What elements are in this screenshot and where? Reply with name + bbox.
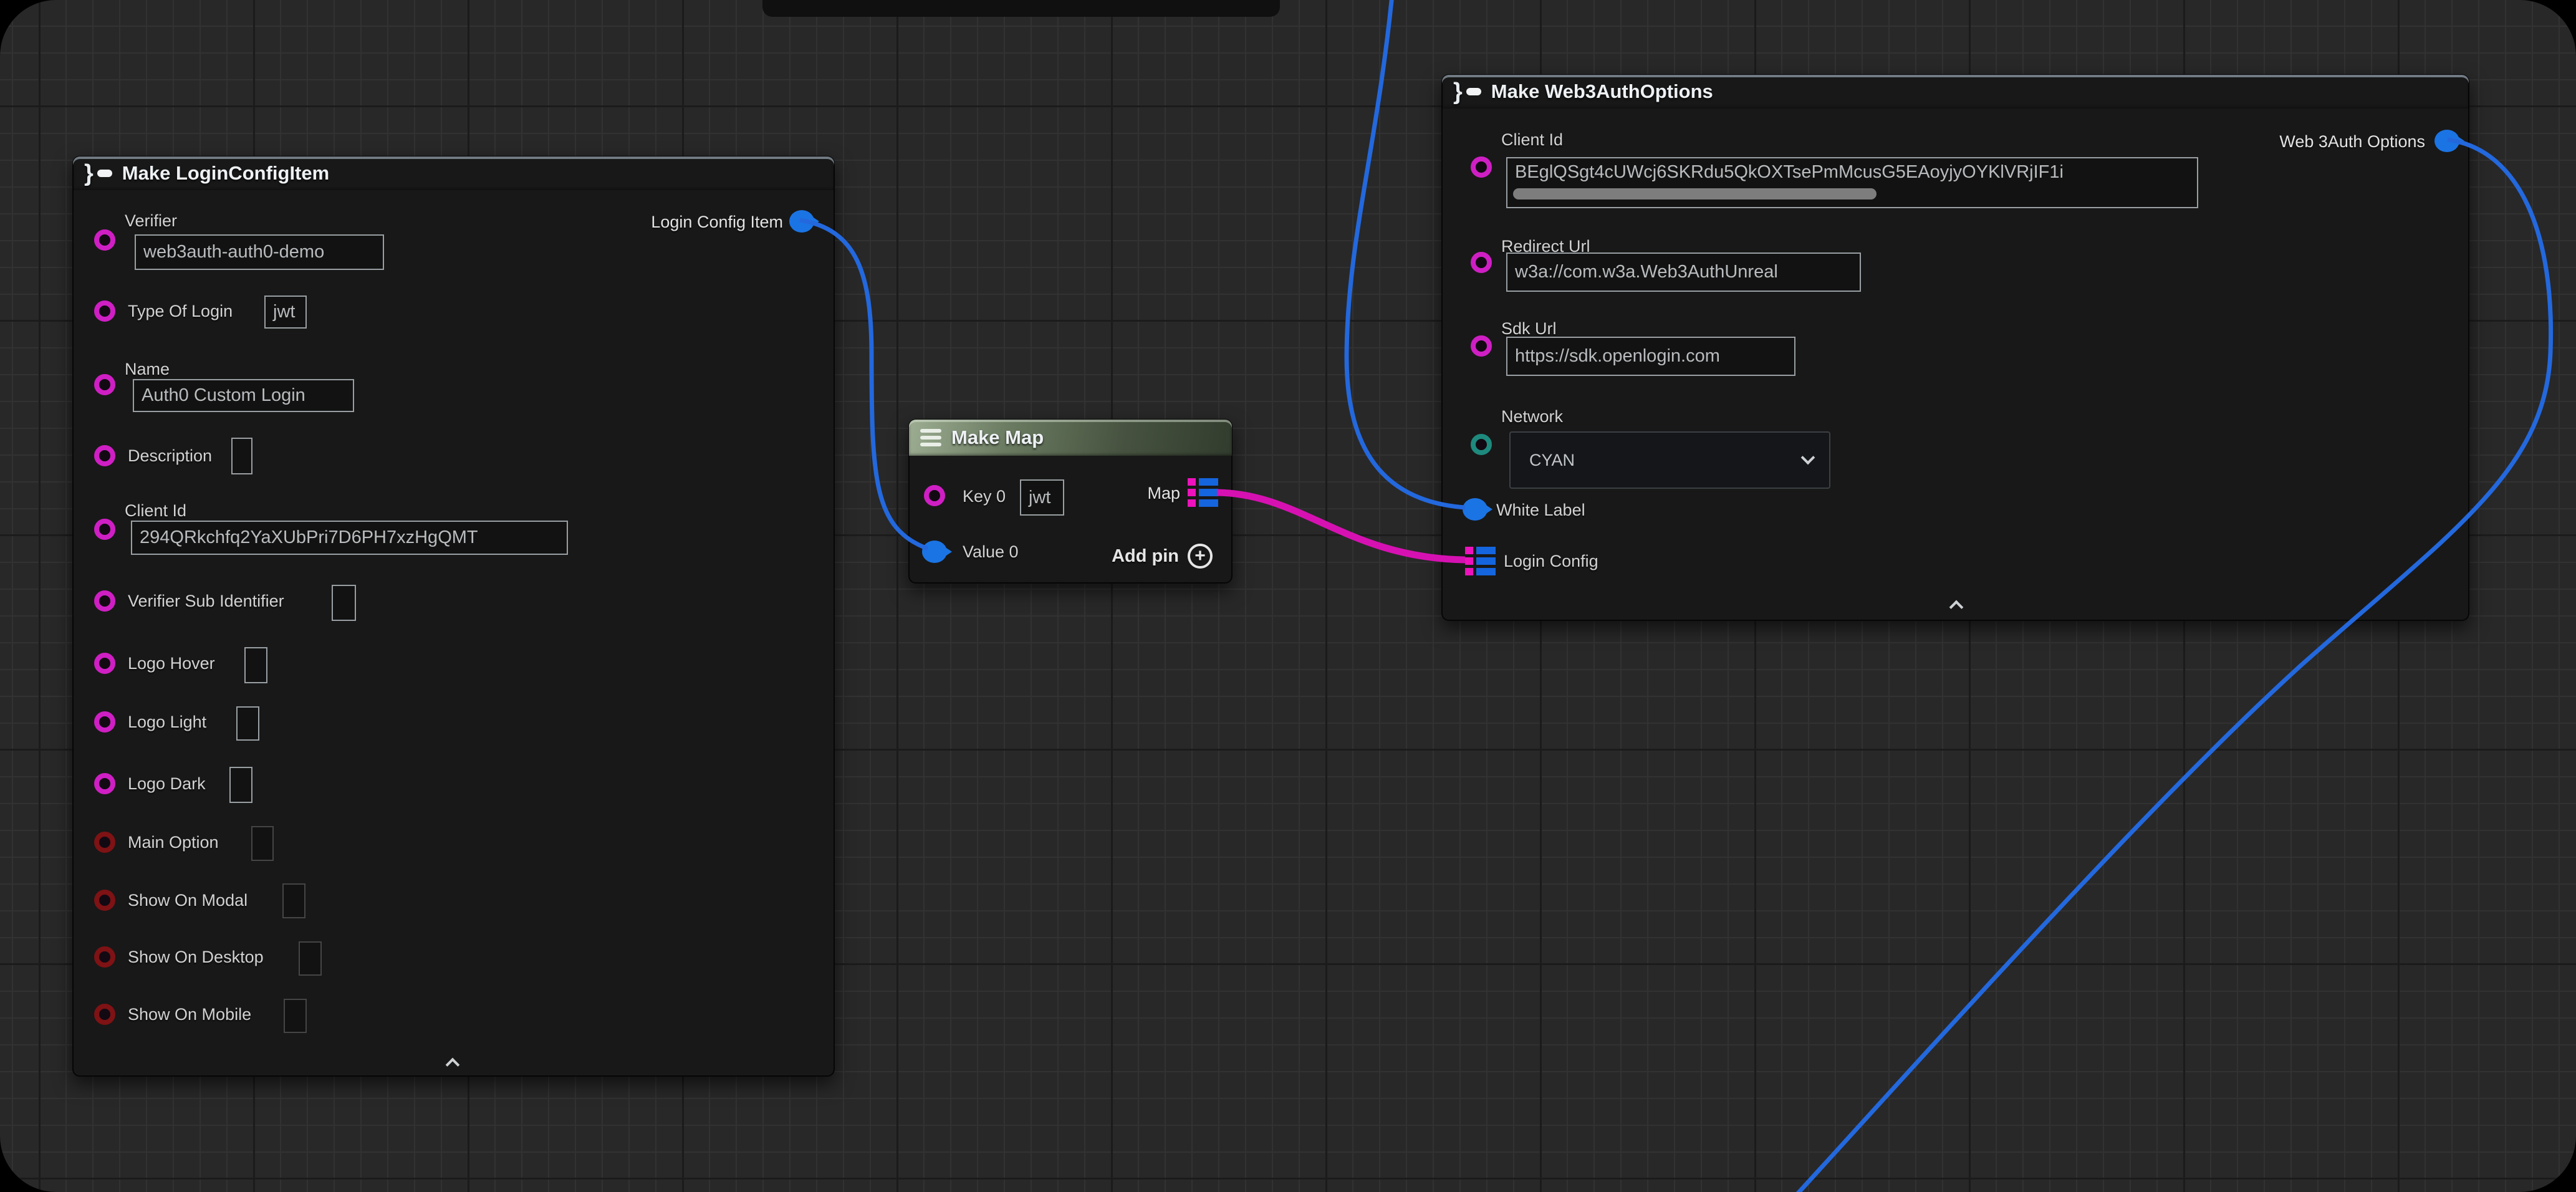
network-value: CYAN bbox=[1529, 451, 1575, 470]
add-pin-button[interactable]: Add pin + bbox=[1112, 544, 1213, 569]
verifier-input[interactable]: web3auth-auth0-demo bbox=[135, 234, 384, 270]
input-pin-verifier-sub-identifier[interactable] bbox=[94, 590, 115, 612]
input-pin-sdk-url[interactable] bbox=[1471, 335, 1492, 357]
pin-label: Description bbox=[128, 446, 212, 466]
pin-label: Show On Mobile bbox=[128, 1005, 251, 1024]
key-0-input[interactable]: jwt bbox=[1020, 479, 1064, 516]
main-option-checkbox[interactable] bbox=[251, 826, 274, 861]
logo-dark-input[interactable] bbox=[229, 767, 252, 803]
add-pin-label: Add pin bbox=[1112, 546, 1179, 567]
input-pin-main-option[interactable] bbox=[94, 832, 115, 853]
node-make-web3authoptions[interactable]: } Make Web3AuthOptions Web 3Auth Options… bbox=[1441, 74, 2469, 621]
pin-label: Client Id bbox=[125, 501, 186, 521]
input-pin-type-of-login[interactable] bbox=[94, 300, 115, 322]
input-pin-description[interactable] bbox=[94, 445, 115, 466]
input-pin-key-0[interactable] bbox=[924, 485, 945, 506]
input-pin-network[interactable] bbox=[1471, 434, 1492, 455]
make-struct-icon: } bbox=[84, 161, 112, 185]
client-id-scrollbar[interactable] bbox=[1513, 188, 1877, 199]
client-id-input[interactable]: BEglQSgt4cUWcj6SKRdu5QkOXTsePmMcusG5EAoy… bbox=[1506, 157, 2198, 208]
blueprint-graph-canvas[interactable]: } Make LoginConfigItem Login Config Item… bbox=[0, 0, 2576, 1192]
node-make-loginconfigitem[interactable]: } Make LoginConfigItem Login Config Item… bbox=[72, 156, 835, 1077]
name-input[interactable]: Auth0 Custom Login bbox=[133, 379, 354, 412]
description-input[interactable] bbox=[231, 438, 252, 474]
input-pin-show-on-desktop[interactable] bbox=[94, 946, 115, 968]
pin-label: Verifier bbox=[125, 211, 177, 231]
node-header[interactable]: } Make Web3AuthOptions bbox=[1442, 75, 2469, 108]
output-pin-label: Login Config Item bbox=[651, 213, 783, 232]
dropdown-chevron-icon bbox=[1801, 451, 1815, 465]
input-pin-name[interactable] bbox=[94, 374, 115, 395]
show-on-mobile-checkbox[interactable] bbox=[284, 999, 307, 1033]
wire-map-to-login-config[interactable] bbox=[1217, 493, 1465, 560]
verifier-sub-identifier-input[interactable] bbox=[332, 585, 356, 621]
client-id-input[interactable]: 294QRkchfq2YaXUbPri7D6PH7xzHgQMT bbox=[131, 521, 568, 555]
input-pin-show-on-mobile[interactable] bbox=[94, 1004, 115, 1025]
collapse-node-chevron-icon[interactable] bbox=[1949, 600, 1964, 615]
input-pin-show-on-modal[interactable] bbox=[94, 890, 115, 911]
pin-label: Logo Dark bbox=[128, 774, 206, 794]
node-header[interactable]: Make Map bbox=[909, 420, 1232, 456]
pin-label: Key 0 bbox=[963, 487, 1006, 506]
pin-label: Verifier Sub Identifier bbox=[128, 592, 284, 611]
node-title: Make LoginConfigItem bbox=[122, 162, 329, 185]
pin-label: Value 0 bbox=[963, 542, 1019, 562]
show-on-desktop-checkbox[interactable] bbox=[299, 941, 322, 976]
input-pin-redirect-url[interactable] bbox=[1471, 252, 1492, 273]
output-pin-web3auth-options[interactable] bbox=[2434, 130, 2459, 152]
add-pin-icon: + bbox=[1188, 544, 1213, 569]
sdk-url-input[interactable]: https://sdk.openlogin.com bbox=[1506, 337, 1795, 376]
input-pin-logo-light[interactable] bbox=[94, 711, 115, 733]
input-pin-client-id[interactable] bbox=[1471, 156, 1492, 178]
input-pin-verifier[interactable] bbox=[94, 229, 115, 251]
pin-label: Main Option bbox=[128, 833, 219, 852]
pin-label: Login Config bbox=[1504, 552, 1598, 571]
redirect-url-input[interactable]: w3a://com.w3a.Web3AuthUnreal bbox=[1506, 252, 1861, 292]
overlapping-window-edge bbox=[762, 0, 1280, 17]
input-pin-white-label[interactable] bbox=[1463, 498, 1487, 521]
make-struct-icon: } bbox=[1453, 80, 1481, 103]
type-of-login-input[interactable]: jwt bbox=[264, 296, 307, 329]
network-dropdown[interactable]: CYAN bbox=[1509, 431, 1830, 489]
input-pin-logo-dark[interactable] bbox=[94, 773, 115, 794]
node-header[interactable]: } Make LoginConfigItem bbox=[73, 156, 834, 190]
pin-label: Logo Light bbox=[128, 713, 206, 732]
node-title: Make Map bbox=[951, 426, 1044, 449]
pin-label: Logo Hover bbox=[128, 654, 215, 673]
input-pin-login-config[interactable] bbox=[1465, 547, 1496, 575]
logo-light-input[interactable] bbox=[236, 706, 259, 741]
show-on-modal-checkbox[interactable] bbox=[282, 883, 305, 918]
input-pin-logo-hover[interactable] bbox=[94, 653, 115, 674]
pin-label: Name bbox=[125, 360, 170, 379]
input-pin-value-0[interactable] bbox=[922, 541, 947, 563]
pin-label: Sdk Url bbox=[1501, 319, 1557, 339]
pin-label: Client Id bbox=[1501, 130, 1563, 150]
node-make-map[interactable]: Make Map Key 0 jwt Map Value 0 Add pin + bbox=[908, 419, 1233, 584]
output-pin-label: Map bbox=[1147, 484, 1180, 503]
node-title: Make Web3AuthOptions bbox=[1491, 80, 1713, 103]
pin-label: Show On Modal bbox=[128, 891, 248, 910]
map-container-icon bbox=[920, 429, 941, 446]
logo-hover-input[interactable] bbox=[244, 647, 267, 683]
pin-label: Type Of Login bbox=[128, 302, 233, 321]
output-pin-login-config-item[interactable] bbox=[789, 210, 814, 233]
output-pin-map[interactable] bbox=[1188, 478, 1218, 507]
output-pin-label: Web 3Auth Options bbox=[2279, 132, 2425, 151]
pin-label: Network bbox=[1501, 407, 1563, 426]
pin-label: Show On Desktop bbox=[128, 948, 264, 967]
pin-label: White Label bbox=[1496, 501, 1585, 520]
collapse-node-chevron-icon[interactable] bbox=[446, 1058, 460, 1072]
input-pin-client-id[interactable] bbox=[94, 519, 115, 540]
